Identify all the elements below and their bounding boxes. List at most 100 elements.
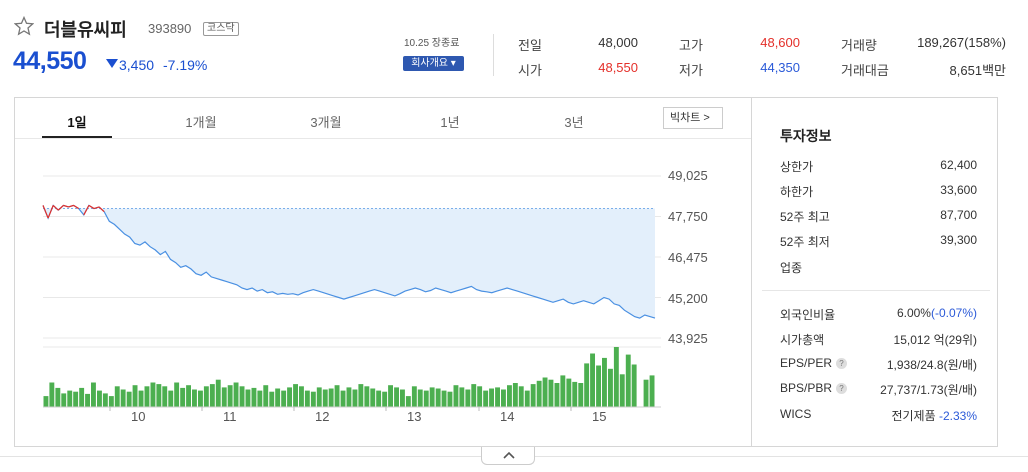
price-line-up-segment bbox=[93, 206, 100, 210]
trade-amount-unit: 백만 bbox=[982, 63, 1006, 78]
tab-3year[interactable]: 3년 bbox=[534, 112, 614, 131]
lower-limit-value: 33,600 bbox=[940, 183, 977, 197]
eps-per-value: 1,938/24.8 bbox=[886, 358, 944, 372]
help-icon[interactable]: ? bbox=[836, 358, 848, 369]
volume-bar bbox=[530, 384, 536, 407]
volume-bar bbox=[97, 390, 102, 407]
volume-bar bbox=[73, 391, 79, 407]
chevron-up-icon bbox=[503, 451, 515, 459]
volume-bar bbox=[299, 386, 304, 407]
52w-low-value: 39,300 bbox=[940, 233, 977, 247]
volume-bar bbox=[263, 385, 269, 407]
volume-bar bbox=[590, 353, 595, 407]
price-line-up-segment bbox=[63, 204, 69, 208]
volume-bar bbox=[162, 386, 168, 407]
volume-bar bbox=[287, 387, 292, 407]
tab-3month[interactable]: 3개월 bbox=[286, 112, 366, 131]
volume-bar bbox=[227, 385, 233, 407]
volume-bar bbox=[55, 387, 61, 407]
volume-bar bbox=[108, 396, 114, 407]
volume-bar bbox=[489, 388, 494, 407]
open-value: 48,550 bbox=[598, 60, 638, 75]
price-change-rate: -7.19% bbox=[163, 57, 208, 73]
volume-bar bbox=[310, 391, 316, 407]
volume-bar bbox=[536, 380, 542, 407]
volume-bar bbox=[126, 391, 132, 407]
divider bbox=[493, 34, 494, 76]
volume-bar bbox=[602, 357, 607, 407]
volume-bar bbox=[186, 385, 191, 407]
tab-1month[interactable]: 1개월 bbox=[161, 112, 241, 131]
x-tick-label: 15 bbox=[592, 409, 607, 424]
volume-bar bbox=[269, 391, 275, 407]
volume-bar bbox=[554, 383, 560, 407]
volume-bar bbox=[596, 365, 601, 407]
collapse-toggle-button[interactable] bbox=[481, 447, 535, 465]
market-cap-value: 15,012 bbox=[893, 333, 931, 347]
volume-bar bbox=[281, 390, 287, 407]
volume-bar bbox=[251, 387, 257, 407]
eps-per: 1,938/24.8(원/배) bbox=[887, 356, 977, 373]
volume-bar bbox=[144, 386, 150, 407]
favorite-star-icon[interactable] bbox=[14, 16, 34, 36]
volume-bar bbox=[578, 383, 584, 407]
bps-pbr-label-text: BPS/PBR bbox=[780, 381, 833, 395]
foreign-ratio-value: 6.00% bbox=[896, 306, 931, 320]
volume-bar bbox=[322, 389, 328, 407]
eps-per-unit: (원/배) bbox=[943, 358, 977, 372]
volume-bar bbox=[453, 385, 459, 407]
help-icon[interactable]: ? bbox=[836, 383, 848, 394]
price-change: 3,450 bbox=[119, 57, 155, 73]
volume-bar bbox=[411, 386, 417, 407]
volume-bar bbox=[102, 393, 108, 407]
x-tick-label: 12 bbox=[315, 409, 330, 424]
volume-bar bbox=[180, 387, 186, 407]
volume-bar bbox=[394, 387, 399, 407]
x-tick-label: 11 bbox=[223, 409, 237, 424]
volume-bar bbox=[501, 389, 506, 407]
foreign-ratio: 6.00%(-0.07%) bbox=[897, 306, 977, 320]
volume-bar bbox=[257, 390, 263, 407]
wics-sector-link[interactable]: 전기제품 bbox=[891, 409, 935, 423]
52w-high-value: 87,700 bbox=[940, 208, 977, 222]
volume-bar bbox=[370, 388, 376, 407]
market-cap-unit: 억(29위) bbox=[933, 333, 977, 347]
volume-bar bbox=[138, 390, 144, 407]
stock-code: 393890 bbox=[148, 21, 192, 36]
52w-low-label: 52주 최저 bbox=[780, 235, 830, 249]
volume-bar bbox=[548, 379, 554, 407]
big-chart-button[interactable]: 빅차트 > bbox=[663, 107, 723, 129]
market-badge: 코스닥 bbox=[203, 22, 239, 36]
tab-1day[interactable]: 1일 bbox=[37, 112, 117, 131]
bps-pbr: 27,737/1.73(원/배) bbox=[880, 381, 977, 398]
active-tab-indicator bbox=[42, 136, 112, 138]
volume-bar bbox=[483, 390, 489, 407]
volume-bar bbox=[215, 379, 221, 407]
bps-pbr-value: 27,737/1.73 bbox=[880, 383, 944, 397]
bps-pbr-unit: (원/배) bbox=[943, 383, 977, 397]
divider bbox=[762, 290, 990, 291]
volume-bar bbox=[625, 354, 631, 407]
company-overview-button[interactable]: 회사개요 ▾ bbox=[403, 56, 464, 71]
volume-bar bbox=[192, 389, 197, 407]
stock-name: 더블유씨피 bbox=[44, 20, 127, 40]
eps-per-label-text: EPS/PER bbox=[780, 356, 833, 370]
volume-bar bbox=[316, 387, 322, 407]
volume-bar bbox=[417, 389, 423, 407]
y-tick-label: 47,750 bbox=[668, 209, 708, 224]
volume-bar bbox=[239, 386, 245, 407]
volume-bar bbox=[346, 387, 352, 407]
volume-bar bbox=[304, 390, 310, 407]
volume-bar bbox=[203, 386, 209, 407]
volume-bar bbox=[459, 387, 465, 407]
tab-1year[interactable]: 1년 bbox=[410, 112, 490, 131]
price-area-fill bbox=[43, 208, 655, 319]
volume-bar bbox=[85, 393, 90, 407]
trade-amount-value: 8,651 bbox=[949, 63, 983, 78]
wics-label: WICS bbox=[780, 407, 812, 421]
open-label: 시가 bbox=[518, 63, 542, 78]
volume-bar bbox=[423, 390, 429, 407]
volume-bar bbox=[79, 387, 85, 407]
volume-bar bbox=[376, 390, 382, 407]
price-line-up-segment bbox=[52, 204, 59, 211]
